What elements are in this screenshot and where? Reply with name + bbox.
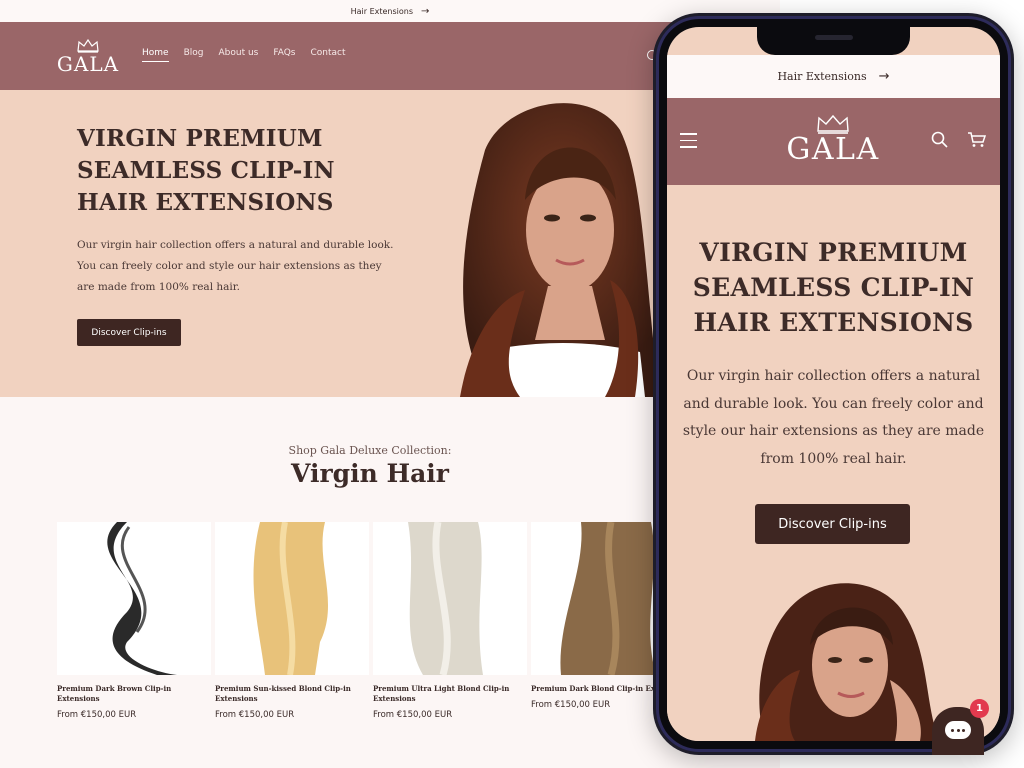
product-price: From €150,00 EUR: [373, 710, 453, 720]
product-name[interactable]: Premium Ultra Light Blond Clip-in Extens…: [373, 684, 523, 704]
product-name[interactable]: Premium Dark Brown Clip-in Extensions: [57, 684, 207, 704]
mobile-announcement-bar[interactable]: Hair Extensions →: [667, 55, 1000, 98]
arrow-right-icon: →: [421, 5, 430, 17]
arrow-right-icon: →: [878, 69, 890, 84]
product-card[interactable]: Premium Sun-kissed Blond Clip-in Extensi…: [215, 522, 369, 720]
phone-mockup: Hair Extensions → GALA VIRGIN PREMIUM SE…: [653, 13, 1014, 755]
product-name[interactable]: Premium Sun-kissed Blond Clip-in Extensi…: [215, 684, 365, 704]
mobile-screen: Hair Extensions → GALA VIRGIN PREMIUM SE…: [667, 27, 1000, 741]
mobile-logo-text: GALA: [786, 132, 880, 167]
discover-clipins-button[interactable]: Discover Clip-ins: [77, 319, 181, 346]
mobile-hero-title: VIRGIN PREMIUM SEAMLESS CLIP-IN HAIR EXT…: [692, 238, 975, 337]
mobile-hero-model-photo: [755, 583, 940, 741]
nav-home[interactable]: Home: [142, 48, 169, 62]
product-image[interactable]: [57, 522, 211, 675]
phone-notch: [757, 27, 910, 55]
product-image[interactable]: [373, 522, 527, 675]
chat-notification-badge: 1: [970, 699, 989, 718]
product-image[interactable]: [215, 522, 369, 675]
chat-icon: [945, 721, 971, 739]
collection-subtitle: Shop Gala Deluxe Collection:: [288, 444, 452, 457]
nav-contact[interactable]: Contact: [310, 48, 345, 62]
product-price: From €150,00 EUR: [215, 710, 295, 720]
main-menu: Home Blog About us FAQs Contact: [142, 48, 346, 62]
hero-description: Our virgin hair collection offers a natu…: [77, 239, 394, 293]
announcement-bar[interactable]: Hair Extensions →: [0, 0, 780, 22]
mobile-discover-clipins-button[interactable]: Discover Clip-ins: [755, 504, 910, 544]
nav-about-us[interactable]: About us: [218, 48, 258, 62]
mobile-hero-description: Our virgin hair collection offers a natu…: [682, 368, 985, 467]
announcement-text: Hair Extensions: [350, 6, 414, 16]
collection-title: Virgin Hair: [291, 459, 449, 488]
mobile-hero: VIRGIN PREMIUM SEAMLESS CLIP-IN HAIR EXT…: [667, 185, 1000, 741]
search-icon[interactable]: [931, 131, 948, 148]
crown-icon: [817, 114, 849, 134]
mobile-header: GALA: [667, 98, 1000, 185]
menu-icon[interactable]: [680, 133, 697, 153]
cart-icon[interactable]: [967, 131, 986, 148]
nav-faqs[interactable]: FAQs: [273, 48, 295, 62]
product-card[interactable]: Premium Ultra Light Blond Clip-in Extens…: [373, 522, 527, 720]
logo[interactable]: GALA: [56, 38, 120, 76]
product-card[interactable]: Premium Dark Brown Clip-in Extensions Fr…: [57, 522, 211, 720]
logo-text: GALA: [56, 51, 120, 76]
mobile-logo[interactable]: GALA: [783, 114, 883, 165]
nav-blog[interactable]: Blog: [184, 48, 204, 62]
mobile-announcement-text: Hair Extensions: [777, 70, 867, 83]
hero-model-photo: [460, 103, 660, 397]
crown-icon: [77, 38, 99, 53]
hero-title: VIRGIN PREMIUM SEAMLESS CLIP-IN HAIR EXT…: [77, 125, 335, 216]
product-price: From €150,00 EUR: [57, 710, 137, 720]
